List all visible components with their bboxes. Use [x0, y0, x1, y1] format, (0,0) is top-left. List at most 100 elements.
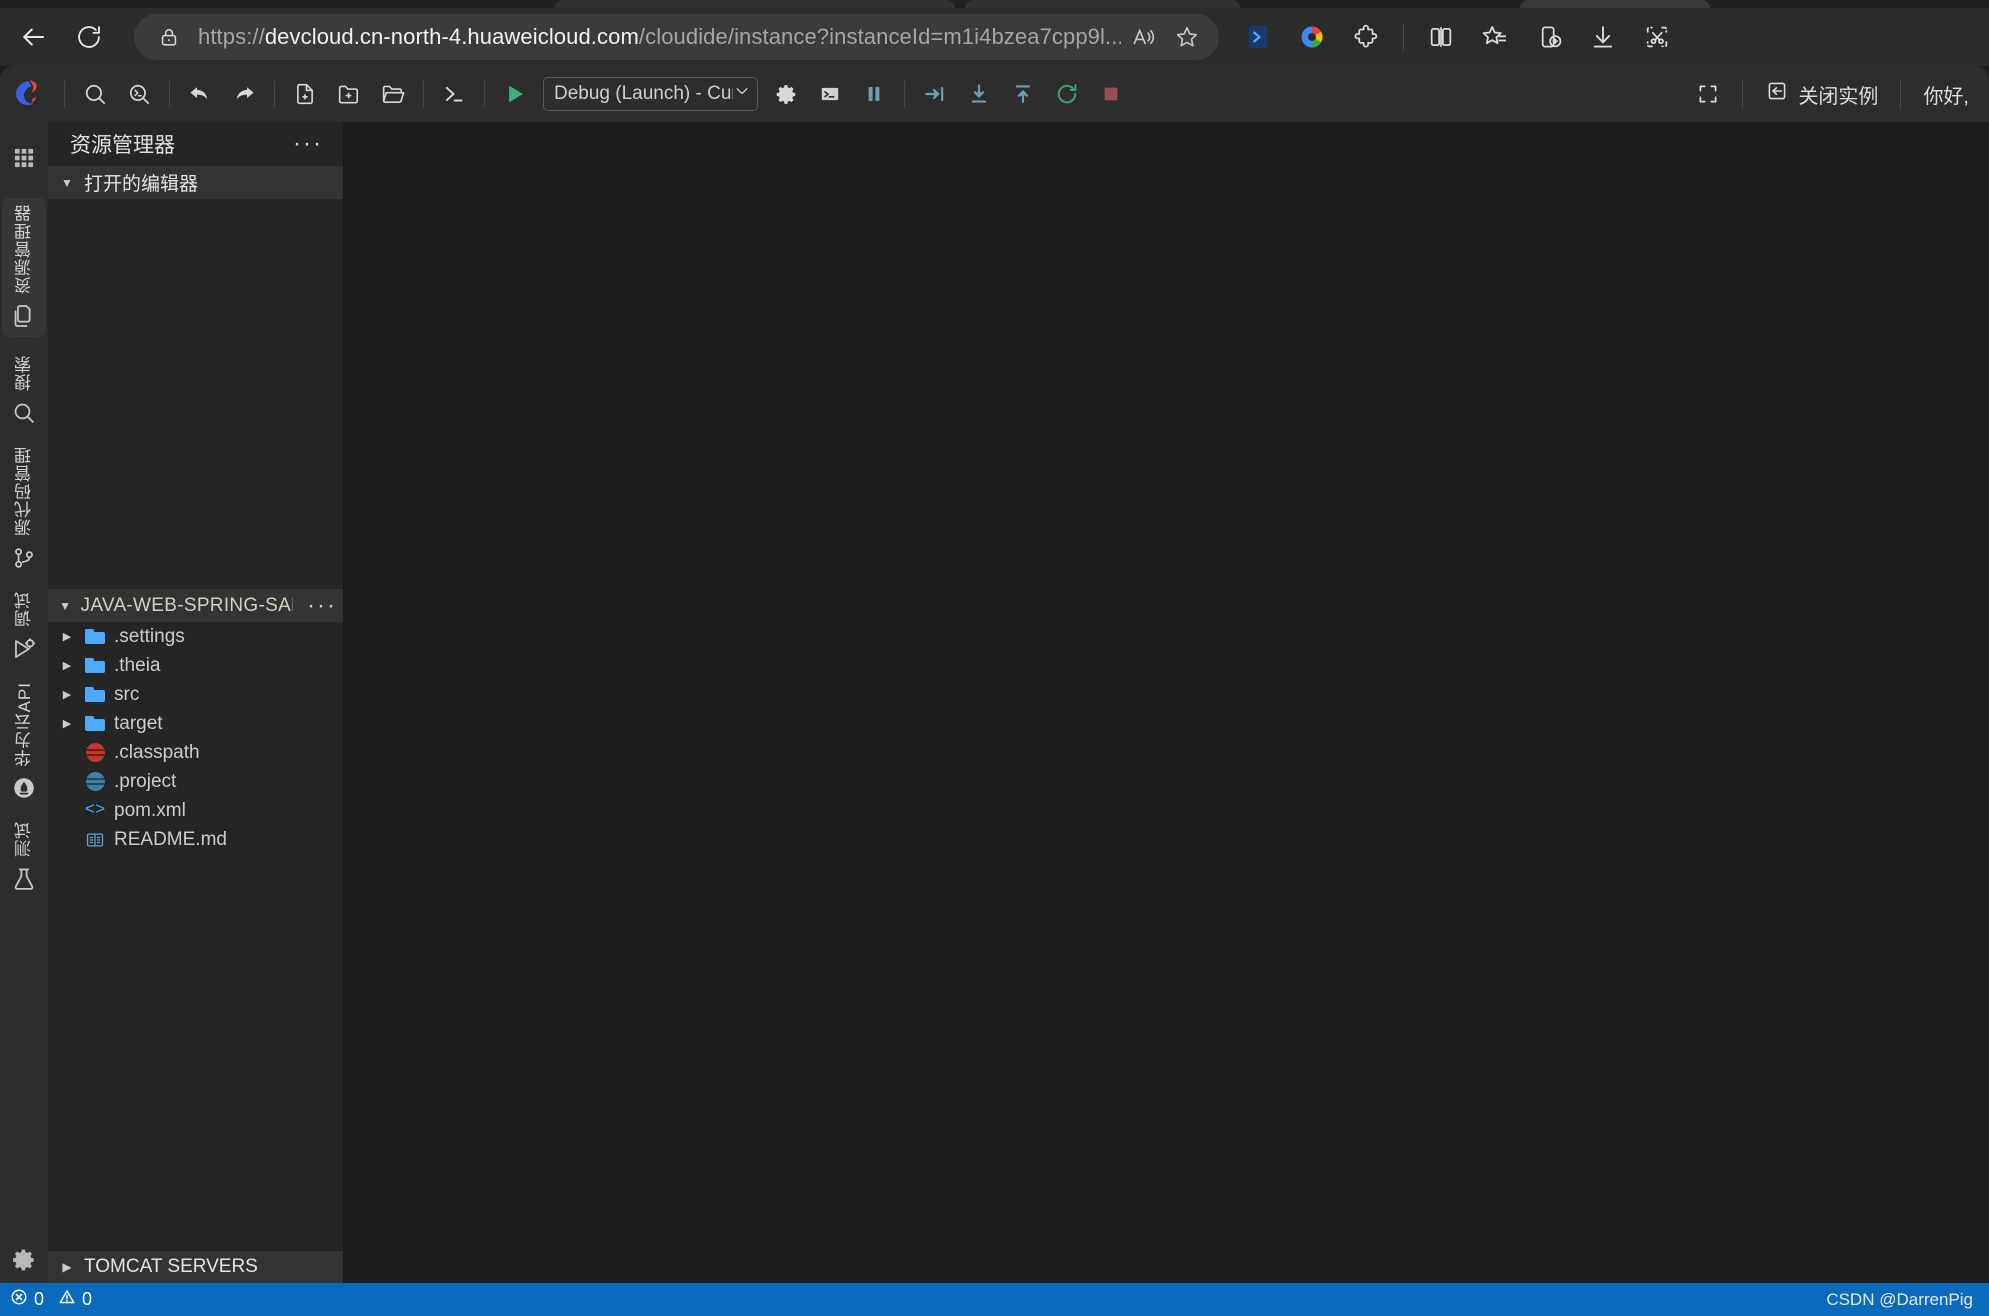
extensions-icon[interactable] [1341, 14, 1391, 60]
tree-item-folder[interactable]: ▶ .theia [48, 651, 343, 680]
collections-icon[interactable] [1470, 14, 1520, 60]
step-over-icon[interactable] [913, 72, 957, 116]
sidebar-item-debug[interactable]: 调试 [2, 591, 46, 664]
chevron-down-icon: ▼ [61, 175, 73, 190]
tree-item-folder[interactable]: ▶ .settings [48, 622, 343, 651]
tree-item-folder[interactable]: ▶ target [48, 709, 343, 738]
source-control-icon [9, 543, 39, 573]
pause-icon[interactable] [852, 72, 896, 116]
terminal-icon[interactable] [432, 72, 476, 116]
sidebar-item-source-control-label: 源代码管理 [14, 446, 34, 536]
step-into-icon[interactable] [957, 72, 1001, 116]
tree-item-label: pom.xml [114, 799, 186, 821]
reload-button[interactable] [66, 14, 112, 60]
sidebar-more-actions-button[interactable]: ··· [287, 128, 329, 160]
stop-icon[interactable] [1089, 72, 1133, 116]
toolbar-divider [274, 81, 275, 107]
open-folder-icon[interactable] [371, 72, 415, 116]
start-debugging-icon[interactable] [493, 72, 537, 116]
close-instance-label: 关闭实例 [1798, 85, 1879, 108]
debug-configuration-select[interactable]: Debug (Launch) - Curr [543, 77, 758, 111]
close-instance-icon [1765, 79, 1789, 109]
tree-item-label: .project [114, 770, 177, 792]
tree-item-file[interactable]: .classpath [48, 738, 343, 767]
editor-area[interactable] [345, 122, 1989, 1316]
debug-console-icon[interactable] [808, 72, 852, 116]
sidebar-item-explorer-label: 资源管理器 [14, 204, 34, 294]
browser-tab[interactable] [965, 0, 1240, 8]
project-more-actions-button[interactable]: ··· [301, 590, 343, 622]
read-aloud-icon[interactable] [1121, 15, 1165, 59]
sidebar-header: 资源管理器 ··· [48, 122, 343, 166]
add-tab-to-collection-icon[interactable] [1524, 14, 1574, 60]
split-screen-icon[interactable] [1416, 14, 1466, 60]
debug-settings-gear-icon[interactable] [764, 72, 808, 116]
tree-item-folder[interactable]: ▶ src [48, 680, 343, 709]
toolbar-divider [423, 81, 424, 107]
address-bar[interactable]: https://devcloud.cn-north-4.huaweicloud.… [134, 14, 1219, 60]
tomcat-servers-label: TOMCAT SERVERS [84, 1256, 258, 1277]
folder-icon [82, 687, 108, 702]
project-name: JAVA-WEB-SPRING-SAMPLE [80, 594, 294, 616]
restart-icon[interactable] [1045, 72, 1089, 116]
undo-icon[interactable] [178, 72, 222, 116]
user-greeting[interactable]: 你好, [1909, 72, 1983, 116]
files-icon [9, 301, 39, 331]
new-file-icon[interactable] [283, 72, 327, 116]
huawei-cloud-api-icon [9, 773, 39, 803]
tree-item-label: README.md [114, 828, 227, 850]
sidebar-item-search[interactable]: 搜索 [2, 355, 46, 428]
browser-tab[interactable] [555, 0, 955, 8]
tree-item-file[interactable]: <> pom.xml [48, 796, 343, 825]
redo-icon[interactable] [222, 72, 266, 116]
ide-toolbar-right: 关闭实例 你好, [1682, 72, 1989, 116]
chevron-right-icon: ▶ [62, 1260, 72, 1274]
sidebar-item-search-label: 搜索 [14, 355, 34, 391]
sidebar-item-test[interactable]: 测试 [2, 821, 46, 894]
error-count: 0 [34, 1289, 45, 1309]
chevron-down-icon: ▼ [59, 598, 72, 613]
chevron-right-icon: ▶ [62, 718, 72, 730]
toolbar-divider [64, 81, 65, 107]
browser-tab[interactable] [1520, 0, 1710, 8]
markdown-file-icon [82, 830, 108, 850]
apps-grid-icon[interactable] [2, 136, 46, 180]
google-translate-icon[interactable] [1287, 14, 1337, 60]
ide-toolbar: Debug (Launch) - Curr 关闭实例 你好, [0, 66, 1989, 122]
sidebar-item-test-label: 测试 [14, 821, 34, 858]
error-icon [10, 1288, 28, 1311]
toolbar-divider [484, 81, 485, 107]
huawei-cloudide-logo-icon[interactable] [0, 66, 56, 122]
step-out-icon[interactable] [1001, 72, 1045, 116]
project-root-row[interactable]: ▼ JAVA-WEB-SPRING-SAMPLE ··· [48, 589, 343, 622]
back-button[interactable] [10, 14, 56, 60]
search-icon[interactable] [73, 72, 117, 116]
sidebar-item-source-control[interactable]: 源代码管理 [2, 446, 46, 573]
test-beaker-icon [9, 864, 39, 894]
tree-item-file[interactable]: .project [48, 767, 343, 796]
new-folder-icon[interactable] [327, 72, 371, 116]
open-editors-section-header[interactable]: ▼ 打开的编辑器 [48, 166, 343, 199]
browser-extensions-row [1233, 14, 1682, 60]
watermark: CSDN @DarrenPig [1826, 1289, 1973, 1309]
sidebar-item-explorer[interactable]: 资源管理器 [2, 198, 46, 337]
tomcat-servers-section-header[interactable]: ▶ TOMCAT SERVERS [48, 1250, 343, 1283]
web-capture-icon[interactable] [1632, 14, 1682, 60]
sidebar-item-huawei-cloud-api[interactable]: 华为云API [2, 682, 46, 803]
tree-item-file[interactable]: README.md [48, 825, 343, 854]
toolbar-divider [904, 81, 905, 107]
problems-status-button[interactable]: 0 0 [0, 1283, 102, 1316]
browser-chrome: https://devcloud.cn-north-4.huaweicloud.… [0, 0, 1989, 66]
settings-gear-icon[interactable] [2, 1238, 46, 1282]
close-instance-button[interactable]: 关闭实例 [1751, 72, 1892, 116]
toggle-fullscreen-button[interactable] [1682, 72, 1734, 116]
warning-count: 0 [82, 1289, 93, 1309]
debug-icon [9, 634, 39, 664]
downloads-icon[interactable] [1578, 14, 1628, 60]
command-palette-icon[interactable] [117, 72, 161, 116]
immersive-reader-icon[interactable] [1233, 14, 1283, 60]
tree-item-label: .theia [114, 654, 161, 676]
favorite-star-icon[interactable] [1165, 15, 1209, 59]
chevron-right-icon: ▶ [62, 689, 72, 701]
tree-item-label: .settings [114, 625, 185, 647]
